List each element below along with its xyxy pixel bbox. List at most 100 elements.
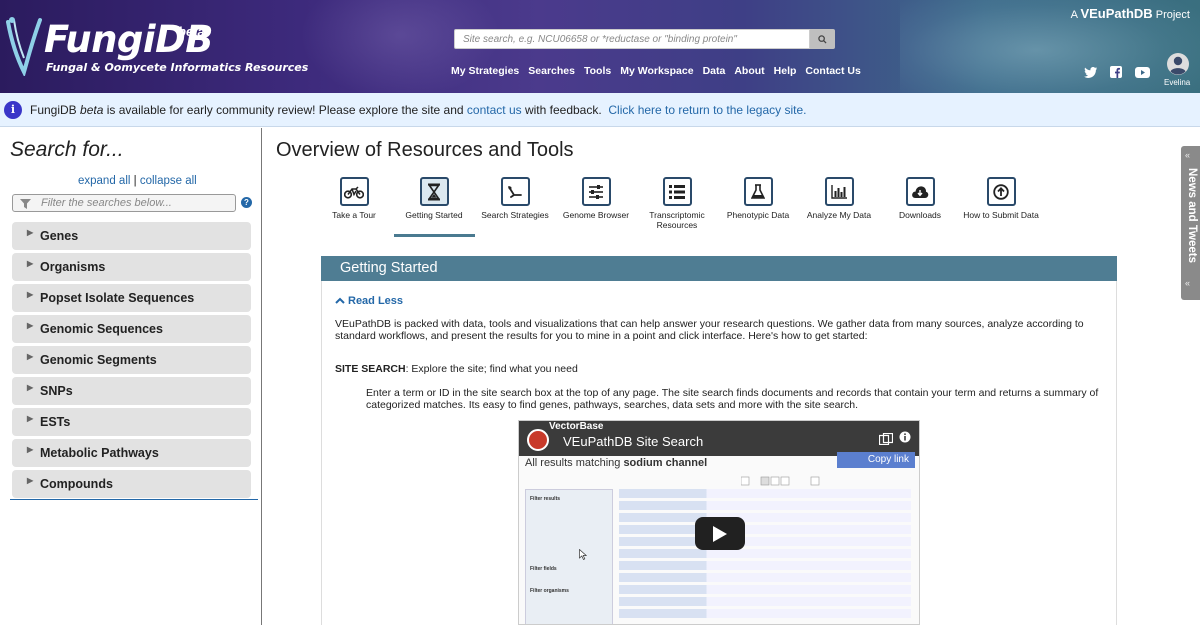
site-header: FungiDB beta Fungal & Oomycete Informati… bbox=[0, 0, 1200, 93]
menu-contact-us[interactable]: Contact Us bbox=[805, 65, 860, 77]
category-label: Genomic Sequences bbox=[40, 322, 163, 336]
video-result-row bbox=[619, 597, 911, 606]
tile-label: Genome Browser bbox=[562, 210, 630, 220]
menu-data[interactable]: Data bbox=[703, 65, 726, 77]
category-label: Popset Isolate Sequences bbox=[40, 291, 195, 305]
tile-phenotypic-data[interactable]: Phenotypic Data bbox=[718, 177, 798, 220]
tile-search-strategies[interactable]: Search Strategies bbox=[475, 177, 555, 220]
collapse-all-link[interactable]: collapse all bbox=[140, 175, 197, 187]
caret-right-icon: ▶ bbox=[27, 383, 34, 392]
sidebar-item-compounds[interactable]: ▶ Compounds bbox=[12, 470, 251, 498]
sidebar-item-popset[interactable]: ▶ Popset Isolate Sequences bbox=[12, 284, 251, 312]
site-search-description: Enter a term or ID in the site search bo… bbox=[366, 387, 1099, 411]
category-label: SNPs bbox=[40, 384, 73, 398]
cursor-icon bbox=[579, 549, 587, 560]
video-result-row bbox=[619, 561, 911, 570]
read-less-toggle[interactable]: Read Less bbox=[335, 295, 403, 307]
filter-searches-input[interactable]: Filter the searches below... bbox=[12, 194, 236, 212]
video-filter-fields: Filter fields bbox=[530, 566, 557, 572]
project-name: VEuPathDB bbox=[1080, 6, 1153, 21]
info-circle-icon[interactable] bbox=[899, 431, 911, 443]
hourglass-icon bbox=[419, 177, 449, 206]
caret-right-icon: ▶ bbox=[27, 290, 34, 299]
video-results-term: sodium channel bbox=[623, 457, 708, 469]
play-button[interactable] bbox=[695, 517, 745, 550]
caret-right-icon: ▶ bbox=[27, 259, 34, 268]
news-and-tweets-tab[interactable]: « News and Tweets « bbox=[1181, 146, 1200, 300]
sidebar-item-snps[interactable]: ▶ SNPs bbox=[12, 377, 251, 405]
sidebar-item-genomic-segments[interactable]: ▶ Genomic Segments bbox=[12, 346, 251, 374]
username-label[interactable]: Evelina bbox=[1164, 78, 1190, 87]
tile-how-to-submit-data[interactable]: How to Submit Data bbox=[961, 177, 1041, 220]
tile-label: Phenotypic Data bbox=[726, 210, 790, 220]
help-icon[interactable]: ? bbox=[241, 197, 252, 208]
caret-right-icon: ▶ bbox=[27, 445, 34, 454]
channel-avatar[interactable] bbox=[527, 429, 549, 451]
copy-icon[interactable] bbox=[879, 433, 893, 445]
menu-searches[interactable]: Searches bbox=[528, 65, 575, 77]
legacy-site-link[interactable]: Click here to return to the legacy site. bbox=[608, 103, 806, 117]
tile-analyze-my-data[interactable]: Analyze My Data bbox=[799, 177, 879, 220]
tile-take-a-tour[interactable]: Take a Tour bbox=[314, 177, 394, 220]
menu-help[interactable]: Help bbox=[774, 65, 797, 77]
video-result-row bbox=[619, 573, 911, 582]
active-tile-indicator bbox=[394, 234, 475, 237]
contact-us-link[interactable]: contact us bbox=[467, 103, 522, 117]
cloud-download-icon bbox=[905, 177, 935, 206]
twitter-icon[interactable] bbox=[1082, 65, 1098, 79]
sliders-icon bbox=[581, 177, 611, 206]
tile-label: Take a Tour bbox=[332, 210, 376, 220]
list-icon bbox=[662, 177, 692, 206]
sidebar-item-metabolic-pathways[interactable]: ▶ Metabolic Pathways bbox=[12, 439, 251, 467]
sidebar-divider bbox=[10, 499, 258, 500]
filter-icon bbox=[20, 199, 31, 209]
motorcycle-icon bbox=[339, 177, 369, 206]
site-search-input[interactable]: Site search, e.g. NCU06658 or *reductase… bbox=[454, 29, 810, 49]
announcement-site-name: FungiDB bbox=[30, 102, 77, 117]
video-header: VectorBase VEuPathDB Site Search bbox=[519, 421, 919, 456]
upload-icon bbox=[986, 177, 1016, 206]
facebook-icon[interactable] bbox=[1108, 65, 1124, 79]
news-tab-label: News and Tweets bbox=[1186, 168, 1198, 264]
menu-my-strategies[interactable]: My Strategies bbox=[451, 65, 519, 77]
announcement-banner: i FungiDB beta is available for early co… bbox=[0, 93, 1200, 127]
tile-label: How to Submit Data bbox=[963, 210, 1039, 220]
tile-genome-browser[interactable]: Genome Browser bbox=[556, 177, 636, 220]
tile-downloads[interactable]: Downloads bbox=[880, 177, 960, 220]
read-less-label: Read Less bbox=[348, 295, 404, 307]
sidebar-item-genes[interactable]: ▶ Genes bbox=[12, 222, 251, 250]
sidebar-item-organisms[interactable]: ▶ Organisms bbox=[12, 253, 251, 281]
tutorial-video-player[interactable]: VectorBase VEuPathDB Site Search All res… bbox=[518, 420, 920, 625]
play-icon bbox=[713, 525, 727, 542]
tile-transcriptomic-resources[interactable]: Transcriptomic Resources bbox=[637, 177, 717, 230]
menu-about[interactable]: About bbox=[734, 65, 764, 77]
sidebar-item-ests[interactable]: ▶ ESTs bbox=[12, 408, 251, 436]
expand-all-link[interactable]: expand all bbox=[78, 175, 130, 187]
sidebar-item-genomic-sequences[interactable]: ▶ Genomic Sequences bbox=[12, 315, 251, 343]
copy-link-button[interactable]: Copy link bbox=[837, 452, 915, 468]
caret-right-icon: ▶ bbox=[27, 228, 34, 237]
site-search-button[interactable] bbox=[810, 29, 835, 49]
video-title[interactable]: VEuPathDB Site Search bbox=[563, 434, 703, 449]
video-results-prefix: All results matching bbox=[525, 457, 621, 469]
site-search-label: SITE SEARCH bbox=[335, 363, 406, 375]
site-search-heading: SITE SEARCH: Explore the site; find what… bbox=[335, 363, 578, 375]
video-result-row bbox=[619, 525, 911, 534]
expand-collapse-controls: expand all | collapse all bbox=[78, 175, 197, 187]
tile-label: Transcriptomic Resources bbox=[649, 210, 705, 230]
video-result-row bbox=[619, 549, 911, 558]
youtube-icon[interactable] bbox=[1134, 65, 1150, 79]
chevron-double-left-icon: « bbox=[1185, 278, 1191, 288]
caret-right-icon: ▶ bbox=[27, 321, 34, 330]
chevron-double-left-icon: « bbox=[1185, 150, 1191, 160]
veupathdb-project-link[interactable]: A VEuPathDB Project bbox=[1071, 6, 1190, 21]
category-label: Compounds bbox=[40, 477, 113, 491]
video-results-heading: All results matching sodium channel bbox=[525, 457, 707, 469]
menu-my-workspace[interactable]: My Workspace bbox=[620, 65, 693, 77]
user-avatar-icon[interactable] bbox=[1166, 52, 1190, 76]
panel-title: Getting Started bbox=[321, 256, 1117, 281]
tile-getting-started[interactable]: Getting Started bbox=[394, 177, 474, 220]
announcement-beta: beta bbox=[80, 102, 104, 117]
menu-tools[interactable]: Tools bbox=[584, 65, 611, 77]
fungidb-logo-icon[interactable] bbox=[4, 14, 42, 76]
